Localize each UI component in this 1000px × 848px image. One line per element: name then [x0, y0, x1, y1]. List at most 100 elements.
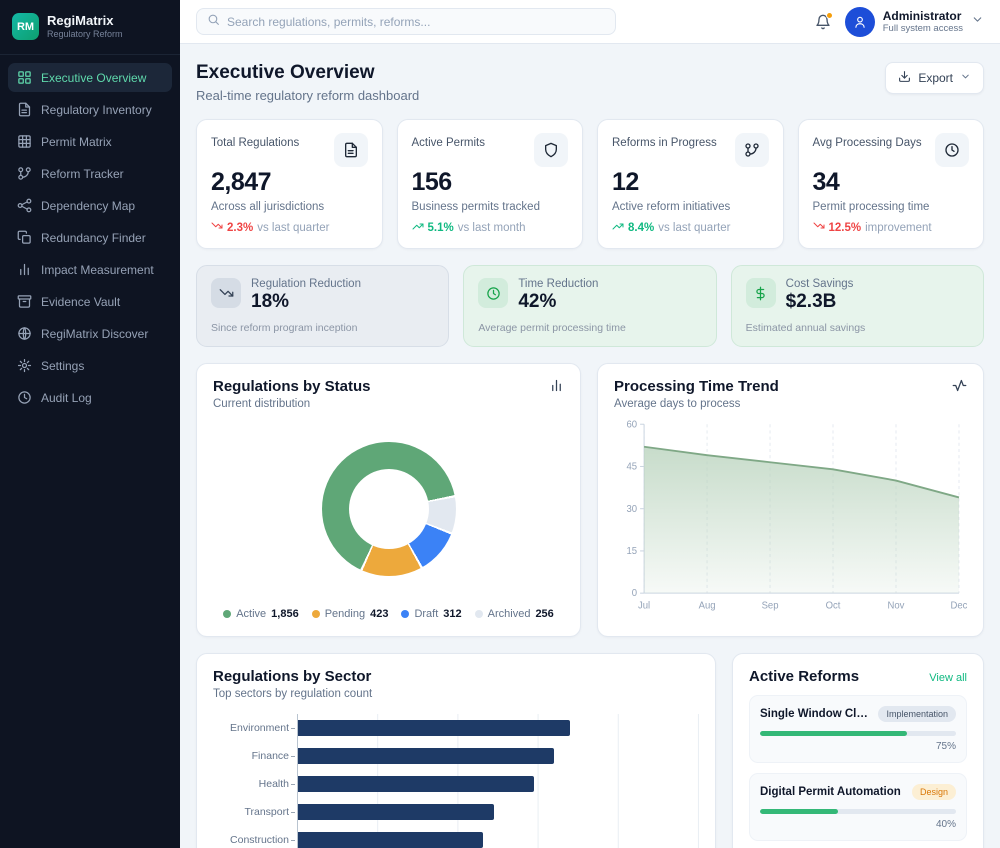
svg-text:45: 45: [626, 461, 637, 472]
sidebar-item-evidence-vault[interactable]: Evidence Vault: [8, 287, 172, 316]
sector-label: Health: [213, 778, 297, 790]
highlight-sub: Estimated annual savings: [746, 322, 969, 334]
sidebar-item-label: Regulatory Inventory: [41, 103, 152, 117]
user-name: Administrator: [883, 9, 963, 23]
kpi-delta-suffix: vs last quarter: [257, 222, 329, 234]
page-title: Executive Overview: [196, 62, 419, 84]
active-reforms-card: Active Reforms View all Single Window Cl…: [732, 653, 984, 848]
globe-icon: [17, 326, 32, 341]
sector-bar: [298, 720, 570, 736]
reform-progress-fill: [760, 731, 907, 736]
notifications-button[interactable]: [815, 14, 831, 30]
main: Administrator Full system access Executi…: [180, 0, 1000, 848]
kpi-value: 2,847: [211, 168, 368, 197]
chevron-down-icon: [960, 71, 971, 85]
sector-row: Construction: [213, 826, 699, 848]
sidebar-item-audit-log[interactable]: Audit Log: [8, 383, 172, 412]
activity-icon: [952, 378, 967, 398]
legend-dot: [401, 610, 409, 618]
sidebar-item-reform-tracker[interactable]: Reform Tracker: [8, 159, 172, 188]
legend-item: Archived 256: [475, 608, 554, 620]
sector-row: Health: [213, 770, 699, 798]
kpi-sub: Active reform initiatives: [612, 201, 769, 213]
sector-label: Finance: [213, 750, 297, 762]
git-branch-icon: [17, 166, 32, 181]
sidebar: RM RegiMatrix Regulatory Reform Executiv…: [0, 0, 180, 848]
clock-icon: [478, 278, 508, 308]
history-icon: [17, 390, 32, 405]
sidebar-item-settings[interactable]: Settings: [8, 351, 172, 380]
svg-text:15: 15: [626, 546, 637, 557]
highlight-cost-savings: Cost Savings $2.3B Estimated annual savi…: [731, 265, 984, 347]
highlight-sub: Since reform program inception: [211, 322, 434, 334]
sidebar-item-redundancy-finder[interactable]: Redundancy Finder: [8, 223, 172, 252]
sidebar-item-label: Redundancy Finder: [41, 231, 146, 245]
reform-name: Single Window Clearance...: [760, 708, 872, 720]
sidebar-item-label: Impact Measurement: [41, 263, 154, 277]
kpi-delta-value: 2.3%: [227, 222, 253, 234]
reform-progress-track: [760, 731, 956, 736]
sector-bars: Environment Finance Health Transport Constru…: [213, 714, 699, 848]
chart-title: Regulations by Status: [213, 378, 371, 395]
sector-track: [297, 714, 699, 742]
export-button[interactable]: Export: [885, 62, 984, 94]
sidebar-item-regulatory-inventory[interactable]: Regulatory Inventory: [8, 95, 172, 124]
sector-bar: [298, 748, 554, 764]
topbar-right: Administrator Full system access: [815, 7, 984, 37]
sector-track: [297, 798, 699, 826]
highlight-regulation-reduction: Regulation Reduction 18% Since reform pr…: [196, 265, 449, 347]
highlight-value: 42%: [518, 291, 598, 313]
chevron-down-icon: [971, 13, 984, 31]
kpi-delta-value: 5.1%: [428, 222, 454, 234]
kpi-label: Active Permits: [412, 133, 486, 149]
trend-up-icon: [412, 220, 424, 235]
kpi-row: Total Regulations 2,847 Across all juris…: [196, 119, 984, 249]
sidebar-item-permit-matrix[interactable]: Permit Matrix: [8, 127, 172, 156]
user-icon: [853, 15, 867, 29]
status-chart-card: Regulations by Status Current distributi…: [196, 363, 581, 637]
reform-item[interactable]: Digital Permit Automation Design 40%: [749, 773, 967, 841]
copy-icon: [17, 230, 32, 245]
sector-label: Construction: [213, 834, 297, 846]
sidebar-item-impact-measurement[interactable]: Impact Measurement: [8, 255, 172, 284]
sidebar-item-dependency-map[interactable]: Dependency Map: [8, 191, 172, 220]
brand-tagline: Regulatory Reform: [47, 29, 123, 39]
highlight-value: $2.3B: [786, 291, 854, 313]
sidebar-item-label: RegiMatrix Discover: [41, 327, 148, 341]
reform-progress-label: 75%: [760, 741, 956, 752]
sector-track: [297, 742, 699, 770]
kpi-value: 12: [612, 168, 769, 197]
reform-progress-track: [760, 809, 956, 814]
reforms-title: Active Reforms: [749, 668, 859, 685]
sector-row: Transport: [213, 798, 699, 826]
kpi-value: 156: [412, 168, 569, 197]
sector-track: [297, 826, 699, 848]
trend-chart-card: Processing Time Trend Average days to pr…: [597, 363, 984, 637]
charts-row: Regulations by Status Current distributi…: [196, 363, 984, 637]
table-icon: [17, 134, 32, 149]
reform-item[interactable]: Single Window Clearance... Implementatio…: [749, 695, 967, 763]
reform-stage-badge: Implementation: [878, 706, 956, 722]
shield-icon: [534, 133, 568, 167]
sidebar-item-regimatrix-discover[interactable]: RegiMatrix Discover: [8, 319, 172, 348]
chart-title: Regulations by Sector: [213, 668, 372, 685]
search-input[interactable]: [227, 15, 605, 29]
user-menu[interactable]: Administrator Full system access: [845, 7, 984, 37]
git-branch-icon: [735, 133, 769, 167]
chart-subtitle: Average days to process: [614, 398, 779, 410]
app: RM RegiMatrix Regulatory Reform Executiv…: [0, 0, 1000, 848]
view-all-link[interactable]: View all: [929, 672, 967, 684]
sector-row: Environment: [213, 714, 699, 742]
trend-down-icon: [813, 220, 825, 235]
kpi-sub: Permit processing time: [813, 201, 970, 213]
sidebar-item-label: Settings: [41, 359, 84, 373]
sidebar-item-executive-overview[interactable]: Executive Overview: [8, 63, 172, 92]
file-text-icon: [17, 102, 32, 117]
trend-down-icon: [211, 278, 241, 308]
download-icon: [898, 70, 911, 86]
kpi-card-reforms-in-progress: Reforms in Progress 12 Active reform ini…: [597, 119, 784, 249]
svg-text:60: 60: [626, 419, 637, 430]
gear-icon: [17, 358, 32, 373]
reform-name: Digital Permit Automation: [760, 786, 901, 798]
svg-text:Nov: Nov: [888, 601, 905, 612]
